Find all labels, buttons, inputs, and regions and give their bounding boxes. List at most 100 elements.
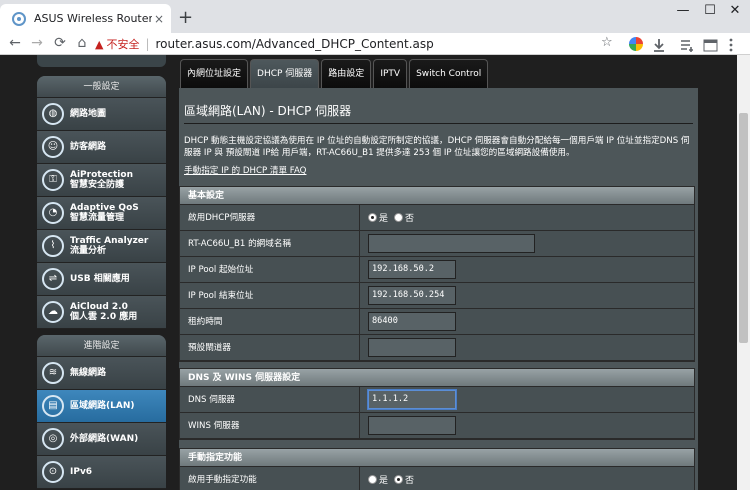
window-close-icon[interactable]: ✕ <box>724 3 746 18</box>
warning-icon: ▲ <box>95 37 104 51</box>
pool-end-input[interactable]: 192.168.50.254 <box>368 286 456 305</box>
sidebar-item-ipv6[interactable]: ⊙ IPv6 <box>37 456 166 489</box>
dhcp-enable-no-radio[interactable] <box>394 213 404 222</box>
lease-time-input[interactable]: 86400 <box>368 312 456 331</box>
sidebar-item-lan[interactable]: ▤ 區域網路(LAN) <box>37 390 166 423</box>
gauge-icon: ◔ <box>42 202 64 224</box>
enable-dhcp-row: 啟用DHCP伺服器 是 否 <box>180 205 694 231</box>
sidebar-item-label: Adaptive QoS 智慧流量管理 <box>70 203 139 223</box>
sidebar-item-wan[interactable]: ◎ 外部網路(WAN) <box>37 423 166 456</box>
browser-tab-title: ASUS Wireless Router RT-AC66 <box>34 12 152 25</box>
dns-wins-section: DNS 及 WINS 伺服器設定 DNS 伺服器 1.1.1.2 WINS 伺服… <box>179 368 695 440</box>
title-divider <box>184 123 693 124</box>
tab-4[interactable]: Switch Control <box>409 59 489 88</box>
wins-server-input[interactable] <box>368 416 456 435</box>
sidebar-advanced-title: 進階設定 <box>37 335 166 357</box>
sidebar-top-item[interactable] <box>37 55 166 67</box>
content-panel: 區域網路(LAN) - DHCP 伺服器 DHCP 動態主機設定協議為使用在 I… <box>179 88 698 490</box>
page-title: 區域網路(LAN) - DHCP 伺服器 <box>184 104 352 118</box>
insecure-label: 不安全 <box>106 38 140 51</box>
sidebar-item-cloud[interactable]: ☁ AiCloud 2.0 個人雲 2.0 應用 <box>37 296 166 329</box>
sidebar-item-chart[interactable]: ⌇ Traffic Analyzer 流量分析 <box>37 230 166 263</box>
manual-enable-no-label: 否 <box>405 476 415 486</box>
domain-name-input[interactable] <box>368 234 535 253</box>
sidebar-item-label: 外部網路(WAN) <box>70 434 139 444</box>
default-gateway-label: 預設閘道器 <box>180 335 360 360</box>
tab-3[interactable]: IPTV <box>373 59 408 88</box>
pool-start-label: IP Pool 起始位址 <box>180 257 360 282</box>
wins-server-label: WINS 伺服器 <box>180 413 360 438</box>
browser-tab-strip: ASUS Wireless Router RT-AC66 × + — ☐ ✕ <box>0 0 750 33</box>
dns-server-label: DNS 伺服器 <box>180 387 360 412</box>
minimize-icon[interactable]: — <box>672 3 694 18</box>
download-icon[interactable] <box>652 37 666 52</box>
extension-color-icon[interactable] <box>629 37 643 51</box>
page-scrollbar[interactable] <box>737 55 750 490</box>
bookmark-star-icon[interactable]: ☆ <box>601 35 613 50</box>
ipv6-icon: ⊙ <box>42 461 64 483</box>
dns-wins-header: DNS 及 WINS 伺服器設定 <box>180 369 694 387</box>
default-gateway-row: 預設閘道器 <box>180 335 694 361</box>
pool-start-row: IP Pool 起始位址 192.168.50.2 <box>180 257 694 283</box>
pool-end-row: IP Pool 結束位址 192.168.50.254 <box>180 283 694 309</box>
back-arrow-icon[interactable]: ← <box>6 35 24 52</box>
browser-tab[interactable]: ASUS Wireless Router RT-AC66 × <box>0 4 171 33</box>
sidebar-item-label: 網路地圖 <box>70 109 107 119</box>
page-description: DHCP 動態主機設定協議為使用在 IP 位址的自動設定所制定的協議，DHCP … <box>184 136 690 158</box>
router-favicon-icon <box>12 11 26 26</box>
menu-dots-icon[interactable] <box>728 37 742 52</box>
default-gateway-input[interactable] <box>368 338 456 357</box>
sidebar-item-gauge[interactable]: ◔ Adaptive QoS 智慧流量管理 <box>37 197 166 230</box>
globe-icon: ◍ <box>42 103 64 125</box>
new-tab-button[interactable]: + <box>178 7 193 28</box>
close-tab-icon[interactable]: × <box>154 12 164 26</box>
domain-name-label: RT-AC66U_B1 的網域名稱 <box>180 231 360 256</box>
manual-enable-yes-label: 是 <box>379 476 389 486</box>
tab-2[interactable]: 路由設定 <box>321 59 372 88</box>
tab-1[interactable]: DHCP 伺服器 <box>250 59 320 88</box>
enable-dhcp-label: 啟用DHCP伺服器 <box>180 205 360 230</box>
reading-list-icon[interactable] <box>680 37 694 52</box>
sidebar-item-label: IPv6 <box>70 467 93 477</box>
maximize-icon[interactable]: ☐ <box>699 3 721 18</box>
dhcp-enable-yes-radio[interactable] <box>368 213 377 222</box>
pool-start-input[interactable]: 192.168.50.2 <box>368 260 456 279</box>
sidebar-item-usb[interactable]: ⇌ USB 相關應用 <box>37 263 166 296</box>
forward-arrow-icon[interactable]: → <box>28 35 46 52</box>
calendar-extension-icon[interactable] <box>703 37 718 52</box>
reload-icon[interactable]: ⟳ <box>51 35 69 52</box>
sidebar-item-label: AiCloud 2.0 個人雲 2.0 應用 <box>70 302 138 322</box>
manual-enable-yes-radio[interactable] <box>368 475 377 484</box>
manual-enable-row: 啟用手動指定功能 是 否 <box>180 467 694 490</box>
manual-enable-no-radio[interactable] <box>394 475 404 484</box>
browser-toolbar: ← → ⟳ ⌂ ▲ 不安全 | router.asus.com/Advanced… <box>0 33 750 55</box>
sidebar-item-globe[interactable]: ◍ 網路地圖 <box>37 98 166 131</box>
guests-icon: ☺ <box>42 136 64 158</box>
router-page: 一般設定 ◍ 網路地圖 ☺ 訪客網路 ⚿ AiProtection 智慧安全防護 ◔ Adap… <box>0 55 737 490</box>
chart-icon: ⌇ <box>42 235 64 257</box>
dns-server-input[interactable]: 1.1.1.2 <box>368 390 456 409</box>
basic-config-header: 基本設定 <box>180 187 694 205</box>
tab-0[interactable]: 內網位址設定 <box>180 59 249 88</box>
sidebar-item-label: USB 相關應用 <box>70 274 130 284</box>
domain-name-row: RT-AC66U_B1 的網域名稱 <box>180 231 694 257</box>
sidebar-item-label: Traffic Analyzer 流量分析 <box>70 236 149 256</box>
lock-icon: ⚿ <box>42 169 64 191</box>
sidebar-general-group: 一般設定 ◍ 網路地圖 ☺ 訪客網路 ⚿ AiProtection 智慧安全防護 ◔ Adap… <box>37 76 166 329</box>
scrollbar-thumb[interactable] <box>739 113 748 343</box>
sidebar-item-label: 無線網路 <box>70 368 107 378</box>
sidebar-item-label: 訪客網路 <box>70 142 107 152</box>
sidebar-item-lock[interactable]: ⚿ AiProtection 智慧安全防護 <box>37 164 166 197</box>
faq-link[interactable]: 手動指定 IP 的 DHCP 清單 FAQ <box>184 164 306 176</box>
sidebar-advanced-group: 進階設定 ≋ 無線網路 ▤ 區域網路(LAN) ◎ 外部網路(WAN) ⊙ IPv6 <box>37 335 166 489</box>
sidebar-item-label: 區域網路(LAN) <box>70 401 135 411</box>
address-bar[interactable]: ▲ 不安全 | router.asus.com/Advanced_DHCP_Co… <box>95 34 625 54</box>
sidebar-item-wifi[interactable]: ≋ 無線網路 <box>37 357 166 390</box>
url-separator: | <box>145 37 150 51</box>
basic-config-section: 基本設定 啟用DHCP伺服器 是 否 RT-AC66U_B1 的網域名稱 IP … <box>179 186 695 362</box>
pool-end-label: IP Pool 結束位址 <box>180 283 360 308</box>
home-icon[interactable]: ⌂ <box>73 35 91 52</box>
sidebar-item-guests[interactable]: ☺ 訪客網路 <box>37 131 166 164</box>
dhcp-enable-no-label: 否 <box>405 214 415 224</box>
lease-time-label: 租約時間 <box>180 309 360 334</box>
